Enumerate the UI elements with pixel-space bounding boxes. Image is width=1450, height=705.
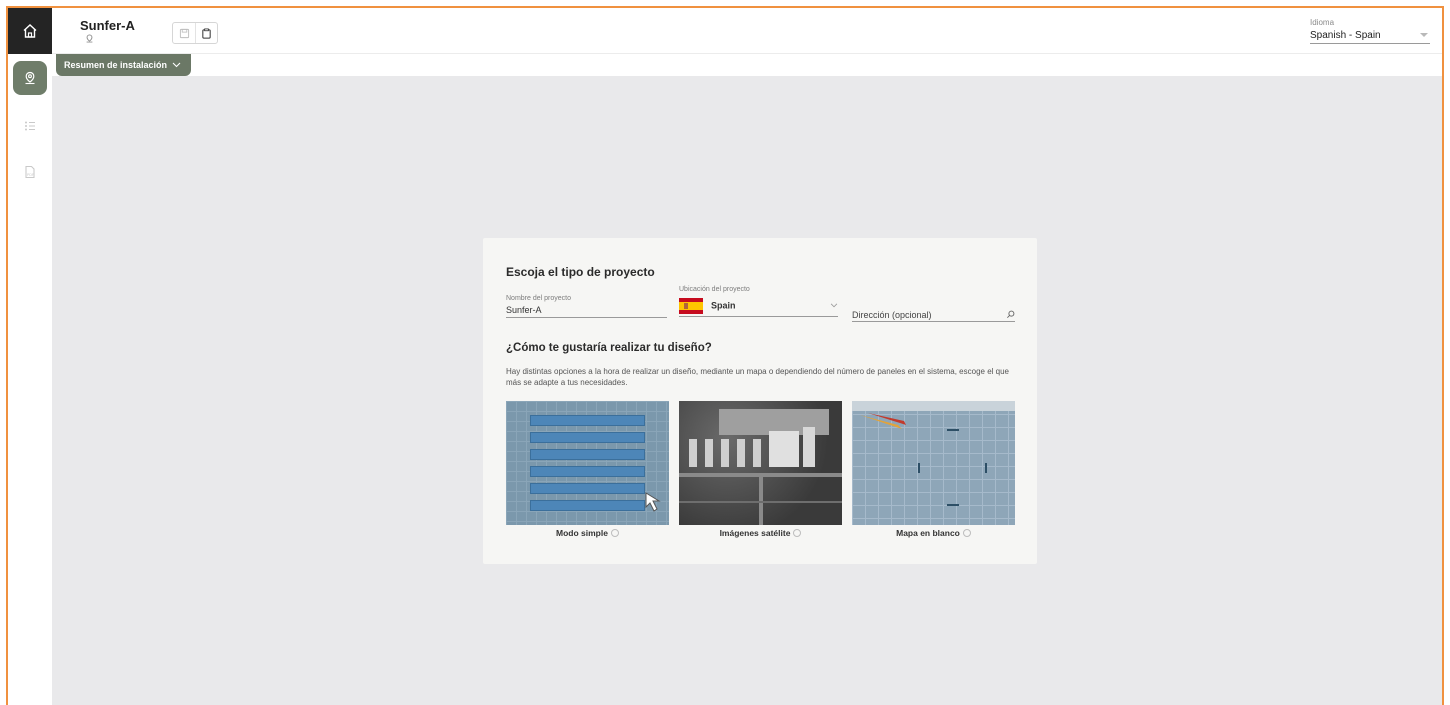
sat-building: [803, 427, 815, 467]
rail-installation-button[interactable]: [13, 61, 47, 95]
panel-row: [530, 483, 645, 494]
search-icon[interactable]: [1006, 310, 1015, 319]
mode-satellite-label: Imágenes satélite: [679, 528, 842, 538]
panel-row: [530, 466, 645, 477]
mode-blank-map-option[interactable]: Mapa en blanco: [852, 401, 1015, 538]
mode-satellite-option[interactable]: Imágenes satélite: [679, 401, 842, 538]
sat-building: [753, 439, 761, 467]
language-label: Idioma: [1310, 18, 1335, 27]
svg-text:PDF: PDF: [27, 173, 34, 177]
mode-simple-text: Modo simple: [556, 528, 608, 538]
language-dropdown[interactable]: Spanish - Spain: [1310, 27, 1430, 44]
project-type-card: Escoja el tipo de proyecto Nombre del pr…: [483, 238, 1037, 564]
language-selector: Idioma Spanish - Spain: [1310, 18, 1430, 44]
mode-blank-map-text: Mapa en blanco: [896, 528, 960, 538]
blank-map-mark: [947, 504, 959, 506]
project-title: Sunfer-A: [80, 18, 135, 33]
rail-list-button[interactable]: [13, 109, 47, 143]
help-icon[interactable]: [610, 529, 619, 537]
location-pin-icon: [25, 71, 35, 85]
language-value: Spanish - Spain: [1310, 29, 1381, 41]
location-pin-icon: [86, 34, 93, 43]
panel-row: [530, 500, 645, 511]
mode-blank-map-label: Mapa en blanco: [852, 528, 1015, 538]
help-icon[interactable]: [793, 529, 802, 537]
list-icon: [25, 121, 35, 131]
sat-building: [721, 439, 729, 467]
mode-satellite-text: Imágenes satélite: [719, 528, 791, 538]
panel-row: [530, 415, 645, 426]
help-icon[interactable]: [962, 529, 971, 537]
location-selected: Spain: [679, 297, 736, 314]
address-input[interactable]: Dirección (opcional): [852, 308, 1015, 322]
project-toolbar: [172, 22, 218, 44]
project-location-field: Ubicación del proyecto Spain: [679, 286, 838, 317]
save-button[interactable]: [173, 23, 195, 43]
project-location-dropdown[interactable]: Spain: [679, 295, 838, 317]
installation-summary-toggle[interactable]: Resumen de instalación: [56, 54, 192, 76]
mode-blank-map-thumbnail: [852, 401, 1015, 525]
app-window: PDF Sunfer-A Idioma Spanish - Spain Resu…: [6, 6, 1444, 705]
design-question: ¿Cómo te gustaría realizar tu diseño?: [506, 342, 712, 354]
top-bar: Sunfer-A Idioma Spanish - Spain: [52, 8, 1442, 54]
mode-simple-label: Modo simple: [506, 528, 669, 538]
blank-map-mark: [947, 429, 959, 431]
cursor-icon: [645, 492, 661, 512]
chevron-down-icon: [1420, 33, 1428, 37]
left-rail: PDF: [8, 8, 52, 705]
blank-map-mark: [985, 463, 987, 473]
spain-flag-icon: [679, 297, 703, 314]
address-field: Dirección (opcional): [852, 308, 1015, 322]
address-placeholder: Dirección (opcional): [852, 309, 932, 320]
sat-road: [679, 501, 842, 503]
sat-building: [705, 439, 713, 467]
card-title: Escoja el tipo de proyecto: [506, 265, 655, 279]
summary-label: Resumen de instalación: [64, 60, 168, 70]
sat-building: [737, 439, 745, 467]
project-name-input[interactable]: Sunfer-A: [506, 304, 667, 318]
project-name-field: Nombre del proyecto Sunfer-A: [506, 295, 667, 318]
chevron-down-icon: [830, 303, 838, 308]
home-icon: [23, 24, 37, 38]
mode-simple-thumbnail: [506, 401, 669, 525]
pencil-icon: [860, 413, 906, 429]
mode-satellite-thumbnail: [679, 401, 842, 525]
project-name-label: Nombre del proyecto: [506, 295, 571, 302]
location-value: Spain: [711, 299, 736, 310]
clipboard-icon: [202, 28, 211, 39]
sat-building: [769, 431, 799, 467]
chevron-down-icon: [172, 62, 181, 68]
project-location-label: Ubicación del proyecto: [679, 286, 750, 293]
sat-building: [689, 439, 697, 467]
pdf-icon: PDF: [25, 165, 35, 179]
clipboard-button[interactable]: [195, 23, 217, 43]
panel-row: [530, 432, 645, 443]
mode-simple-option[interactable]: Modo simple: [506, 401, 669, 538]
design-description: Hay distintas opciones a la hora de real…: [506, 367, 1009, 387]
rail-pdf-button[interactable]: PDF: [13, 155, 47, 189]
home-button[interactable]: [8, 8, 52, 54]
panel-row: [530, 449, 645, 460]
blank-map-mark: [918, 463, 920, 473]
ruler: [852, 401, 1015, 411]
workspace-canvas: Escoja el tipo de proyecto Nombre del pr…: [52, 76, 1442, 705]
save-icon: [179, 28, 189, 38]
